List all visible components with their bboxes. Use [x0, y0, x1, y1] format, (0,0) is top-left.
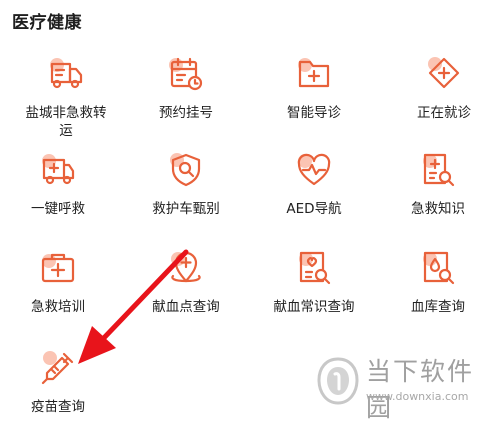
service-label: 急救知识	[411, 201, 465, 217]
watermark-name: 当下软件园	[366, 357, 475, 422]
first-aid-kit-icon	[40, 250, 76, 286]
service-blood-bank[interactable]: 血库查询	[388, 250, 488, 316]
service-appointment[interactable]: 预约挂号	[136, 56, 236, 122]
service-label: 急救培训	[31, 299, 85, 315]
service-label: 盐城非急救转运	[25, 105, 107, 139]
service-label: 血库查询	[411, 299, 465, 315]
shield-search-icon	[168, 152, 204, 188]
service-label: 献血点查询	[152, 299, 220, 315]
watermark-logo-icon	[317, 357, 359, 405]
service-label: 疫苗查询	[31, 399, 85, 415]
service-first-aid-training[interactable]: 急救培训	[8, 250, 108, 316]
service-label: 救护车甄别	[152, 201, 220, 217]
first-aid-folder-icon	[296, 56, 332, 92]
heart-document-search-icon	[296, 250, 332, 286]
service-ambulance-verify[interactable]: 救护车甄别	[136, 152, 236, 218]
document-search-icon	[420, 152, 456, 188]
service-blood-donation-sites[interactable]: 献血点查询	[136, 250, 236, 316]
service-vaccine[interactable]: 疫苗查询	[8, 350, 108, 416]
service-non-emergency-transfer[interactable]: 盐城非急救转运	[16, 56, 116, 140]
service-label: 献血常识查询	[273, 299, 355, 315]
ambulance-icon	[40, 152, 76, 188]
service-blood-donation-knowledge[interactable]: 献血常识查询	[264, 250, 364, 316]
service-in-consultation[interactable]: 正在就诊	[394, 56, 494, 122]
service-first-aid-knowledge[interactable]: 急救知识	[388, 152, 488, 218]
service-label: 智能导诊	[287, 105, 341, 121]
diamond-plus-icon	[426, 56, 462, 92]
watermark: 当下软件园 www.downxia.com	[316, 350, 486, 422]
calendar-clock-icon	[168, 56, 204, 92]
location-plus-icon	[168, 250, 204, 286]
blood-drop-search-icon	[420, 250, 456, 286]
service-label: 正在就诊	[417, 105, 471, 121]
syringe-icon	[40, 350, 76, 386]
watermark-url: www.downxia.com	[366, 390, 469, 403]
service-label: AED导航	[286, 201, 342, 217]
ambulance-transfer-icon	[48, 56, 84, 92]
service-aed-navigation[interactable]: AED导航	[264, 152, 364, 218]
service-label: 预约挂号	[159, 105, 213, 121]
section-title: 医疗健康	[12, 13, 82, 33]
heart-pulse-icon	[296, 152, 332, 188]
service-one-click-sos[interactable]: 一键呼救	[8, 152, 108, 218]
service-label: 一键呼救	[31, 201, 85, 217]
service-smart-triage[interactable]: 智能导诊	[264, 56, 364, 122]
